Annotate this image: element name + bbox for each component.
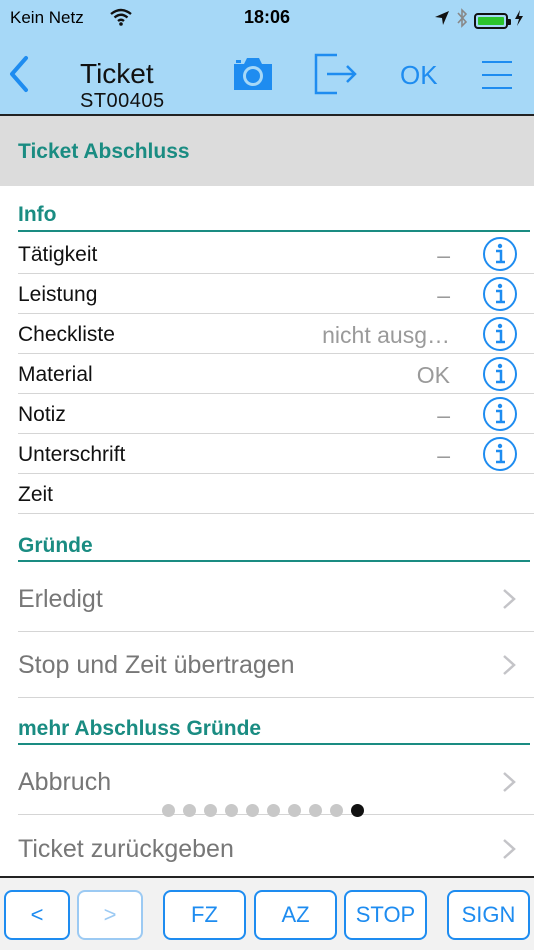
page-dot-active — [351, 804, 364, 817]
info-row-checkliste: Checkliste nicht ausg… — [18, 314, 534, 354]
info-icon[interactable] — [482, 356, 518, 392]
info-row-label: Notiz — [18, 403, 66, 426]
page-dot — [246, 804, 259, 817]
page-dot — [288, 804, 301, 817]
back-button[interactable] — [4, 50, 40, 100]
info-icon[interactable] — [482, 316, 518, 352]
info-row-taetigkeit: Tätigkeit – — [18, 234, 534, 274]
info-row-unterschrift: Unterschrift – — [18, 434, 534, 474]
chevron-right-icon — [503, 655, 516, 675]
page-dot — [330, 804, 343, 817]
reasons-group-title: Gründe — [18, 534, 93, 557]
camera-button[interactable] — [230, 54, 276, 94]
page-title: Ticket — [80, 58, 154, 89]
info-row-value: – — [437, 402, 450, 428]
info-row-label: Material — [18, 363, 93, 386]
reason-label: Abbruch — [18, 768, 112, 796]
info-row-value: – — [437, 242, 450, 268]
page-dot — [162, 804, 175, 817]
info-row-value: OK — [416, 362, 450, 388]
info-row-zeit: Zeit — [18, 474, 534, 514]
stop-button[interactable]: STOP — [344, 890, 427, 940]
page-dot — [267, 804, 280, 817]
section-header: Ticket Abschluss — [0, 116, 534, 186]
info-row-notiz: Notiz – — [18, 394, 534, 434]
page-dot — [225, 804, 238, 817]
bluetooth-icon — [456, 8, 468, 33]
fz-button[interactable]: FZ — [163, 890, 246, 940]
reason-label: Stop und Zeit übertragen — [18, 651, 295, 679]
chevron-left-icon — [10, 56, 28, 92]
info-group-title: Info — [18, 203, 57, 226]
battery-icon — [474, 12, 511, 29]
reason-item-stop-zeit[interactable]: Stop und Zeit übertragen — [18, 632, 534, 698]
info-icon[interactable] — [482, 276, 518, 312]
status-bar: Kein Netz 18:06 — [0, 0, 534, 36]
az-button[interactable]: AZ — [254, 890, 337, 940]
info-icon[interactable] — [482, 436, 518, 472]
more-reasons-group-title: mehr Abschluss Gründe — [18, 717, 262, 740]
page-dot — [183, 804, 196, 817]
info-divider — [18, 230, 530, 232]
info-row-value: nicht ausg… — [322, 322, 450, 348]
info-icon[interactable] — [482, 236, 518, 272]
info-row-material: Material OK — [18, 354, 534, 394]
more-reasons-divider — [18, 743, 530, 745]
chevron-right-icon — [503, 589, 516, 609]
sign-button[interactable]: SIGN — [447, 890, 530, 940]
location-arrow-icon — [434, 10, 450, 31]
reasons-divider — [18, 560, 530, 562]
previous-button[interactable]: < — [4, 890, 70, 940]
reason-label: Ticket zurückgeben — [18, 835, 234, 863]
exit-button[interactable] — [313, 52, 359, 96]
reason-label: Erledigt — [18, 585, 103, 613]
exit-icon — [314, 53, 357, 95]
info-row-label: Checkliste — [18, 323, 115, 346]
info-row-leistung: Leistung – — [18, 274, 534, 314]
ok-button[interactable]: OK — [400, 60, 438, 91]
hamburger-menu-icon — [482, 61, 512, 89]
menu-button[interactable] — [480, 58, 514, 92]
info-row-value: – — [437, 442, 450, 468]
camera-icon — [234, 58, 272, 90]
info-row-label: Zeit — [18, 483, 54, 506]
ticket-number: ST00405 — [80, 90, 165, 112]
info-row-label: Unterschrift — [18, 443, 126, 466]
page-dot — [309, 804, 322, 817]
chevron-right-icon — [503, 772, 516, 792]
info-row-label: Tätigkeit — [18, 243, 98, 266]
reason-item-ticket-zurueckgeben[interactable]: Ticket zurückgeben — [18, 816, 534, 882]
navigation-bar: Ticket ST00405 OK — [0, 36, 534, 116]
charging-icon — [514, 10, 524, 31]
info-row-value: – — [437, 282, 450, 308]
info-icon[interactable] — [482, 396, 518, 432]
info-row-label: Leistung — [18, 283, 98, 306]
chevron-right-icon — [503, 839, 516, 859]
next-button[interactable]: > — [77, 890, 143, 940]
page-indicator[interactable] — [162, 804, 364, 817]
bottom-toolbar: < > FZ AZ STOP SIGN — [0, 876, 534, 950]
section-header-title: Ticket Abschluss — [18, 140, 190, 163]
reason-item-erledigt[interactable]: Erledigt — [18, 566, 534, 632]
page-dot — [204, 804, 217, 817]
